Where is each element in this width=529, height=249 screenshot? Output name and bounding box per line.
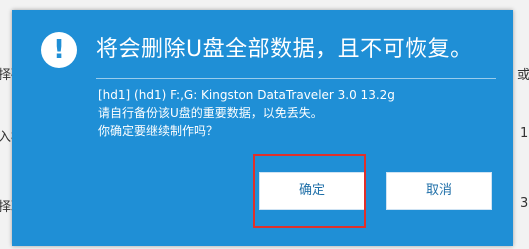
continue-question-text: 你确定要继续制作吗？ xyxy=(98,124,219,138)
background-label-right-2: 1 xyxy=(520,126,529,141)
device-info-text: [hd1] (hd1) F:,G: Kingston DataTraveler … xyxy=(98,88,395,102)
confirm-format-dialog: ! 将会删除U盘全部数据，且不可恢复。 [hd1] (hd1) F:,G: Ki… xyxy=(12,10,513,246)
background-label-right-3: 3 xyxy=(520,196,529,211)
cancel-button[interactable]: 取消 xyxy=(386,172,492,210)
confirm-button[interactable]: 确定 xyxy=(259,172,365,210)
title-divider xyxy=(96,78,496,79)
exclamation-icon: ! xyxy=(41,32,77,68)
dialog-title: 将会删除U盘全部数据，且不可恢复。 xyxy=(96,37,473,62)
backup-warning-text: 请自行备份该U盘的重要数据，以免丢失。 xyxy=(98,106,323,120)
background-label-right-1: 或 xyxy=(517,68,529,83)
